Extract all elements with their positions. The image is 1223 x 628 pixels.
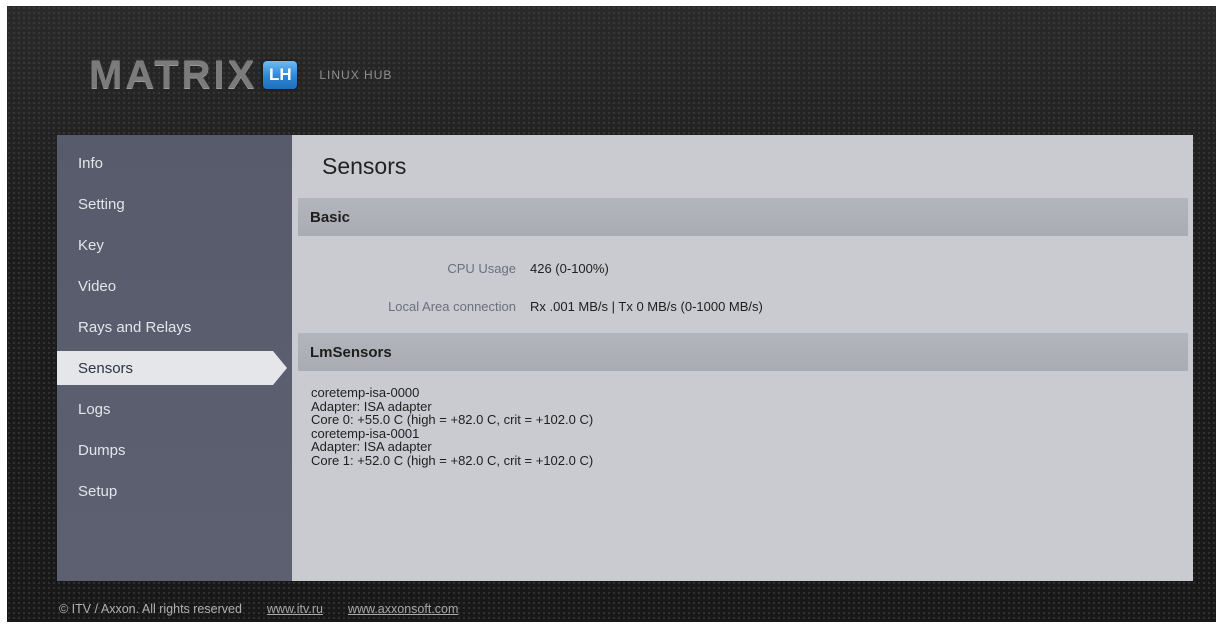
sidebar-item-sensors[interactable]: Sensors [57,351,287,385]
section-header-basic: Basic [298,198,1188,236]
main-panel: Info Setting Key Video Rays and Relays S… [57,135,1193,581]
info-label: Local Area connection [388,299,516,314]
sensor-line: coretemp-isa-0001 [311,425,420,441]
logo-wordmark: MATRIX [89,53,258,97]
info-row-cpu-usage: CPU Usage 426 (0-100%) [292,261,1193,281]
sensor-line: Adapter: ISA adapter [311,439,432,454]
logo-badge: LH [263,61,298,89]
sidebar-item-key[interactable]: Key [57,228,292,262]
sidebar-item-setup[interactable]: Setup [57,474,292,508]
link-axxonsoft[interactable]: www.axxonsoft.com [348,602,458,616]
info-row-lan: Local Area connection Rx .001 MB/s | Tx … [292,299,1193,319]
sidebar-item-logs[interactable]: Logs [57,392,292,426]
sensor-output: coretemp-isa-0000 Adapter: ISA adapter C… [311,386,593,467]
sidebar-item-dumps[interactable]: Dumps [57,433,292,467]
sidebar-item-info[interactable]: Info [57,146,292,180]
logo-subtitle: LINUX HUB [319,68,393,82]
sidebar-item-setting[interactable]: Setting [57,187,292,221]
info-value: Rx .001 MB/s | Tx 0 MB/s (0-1000 MB/s) [530,299,763,314]
logo: MATRIX LH LINUX HUB [89,53,392,97]
app-frame: MATRIX LH LINUX HUB Info Setting Key Vid… [7,6,1216,622]
sensor-line: Core 0: +55.0 C (high = +82.0 C, crit = … [311,412,594,427]
sidebar-nav: Info Setting Key Video Rays and Relays S… [57,135,292,581]
sensor-line: coretemp-isa-0000 [311,385,420,400]
info-value: 426 (0-100%) [530,261,609,276]
sensor-line: Core 1: +52.0 C (high = +82.0 C, crit = … [311,452,594,468]
sidebar-item-rays-and-relays[interactable]: Rays and Relays [57,310,292,344]
page-title: Sensors [322,153,407,179]
footer: © ITV / Axxon. All rights reserved www.i… [59,601,458,617]
section-header-lmsensors: LmSensors [298,333,1188,371]
sensor-line: Adapter: ISA adapter [311,398,432,414]
info-label: CPU Usage [447,261,516,276]
sidebar-item-video[interactable]: Video [57,269,292,303]
content-area: Sensors Basic CPU Usage 426 (0-100%) Loc… [292,135,1193,581]
copyright-text: © ITV / Axxon. All rights reserved [59,602,242,616]
link-itv[interactable]: www.itv.ru [267,602,323,616]
